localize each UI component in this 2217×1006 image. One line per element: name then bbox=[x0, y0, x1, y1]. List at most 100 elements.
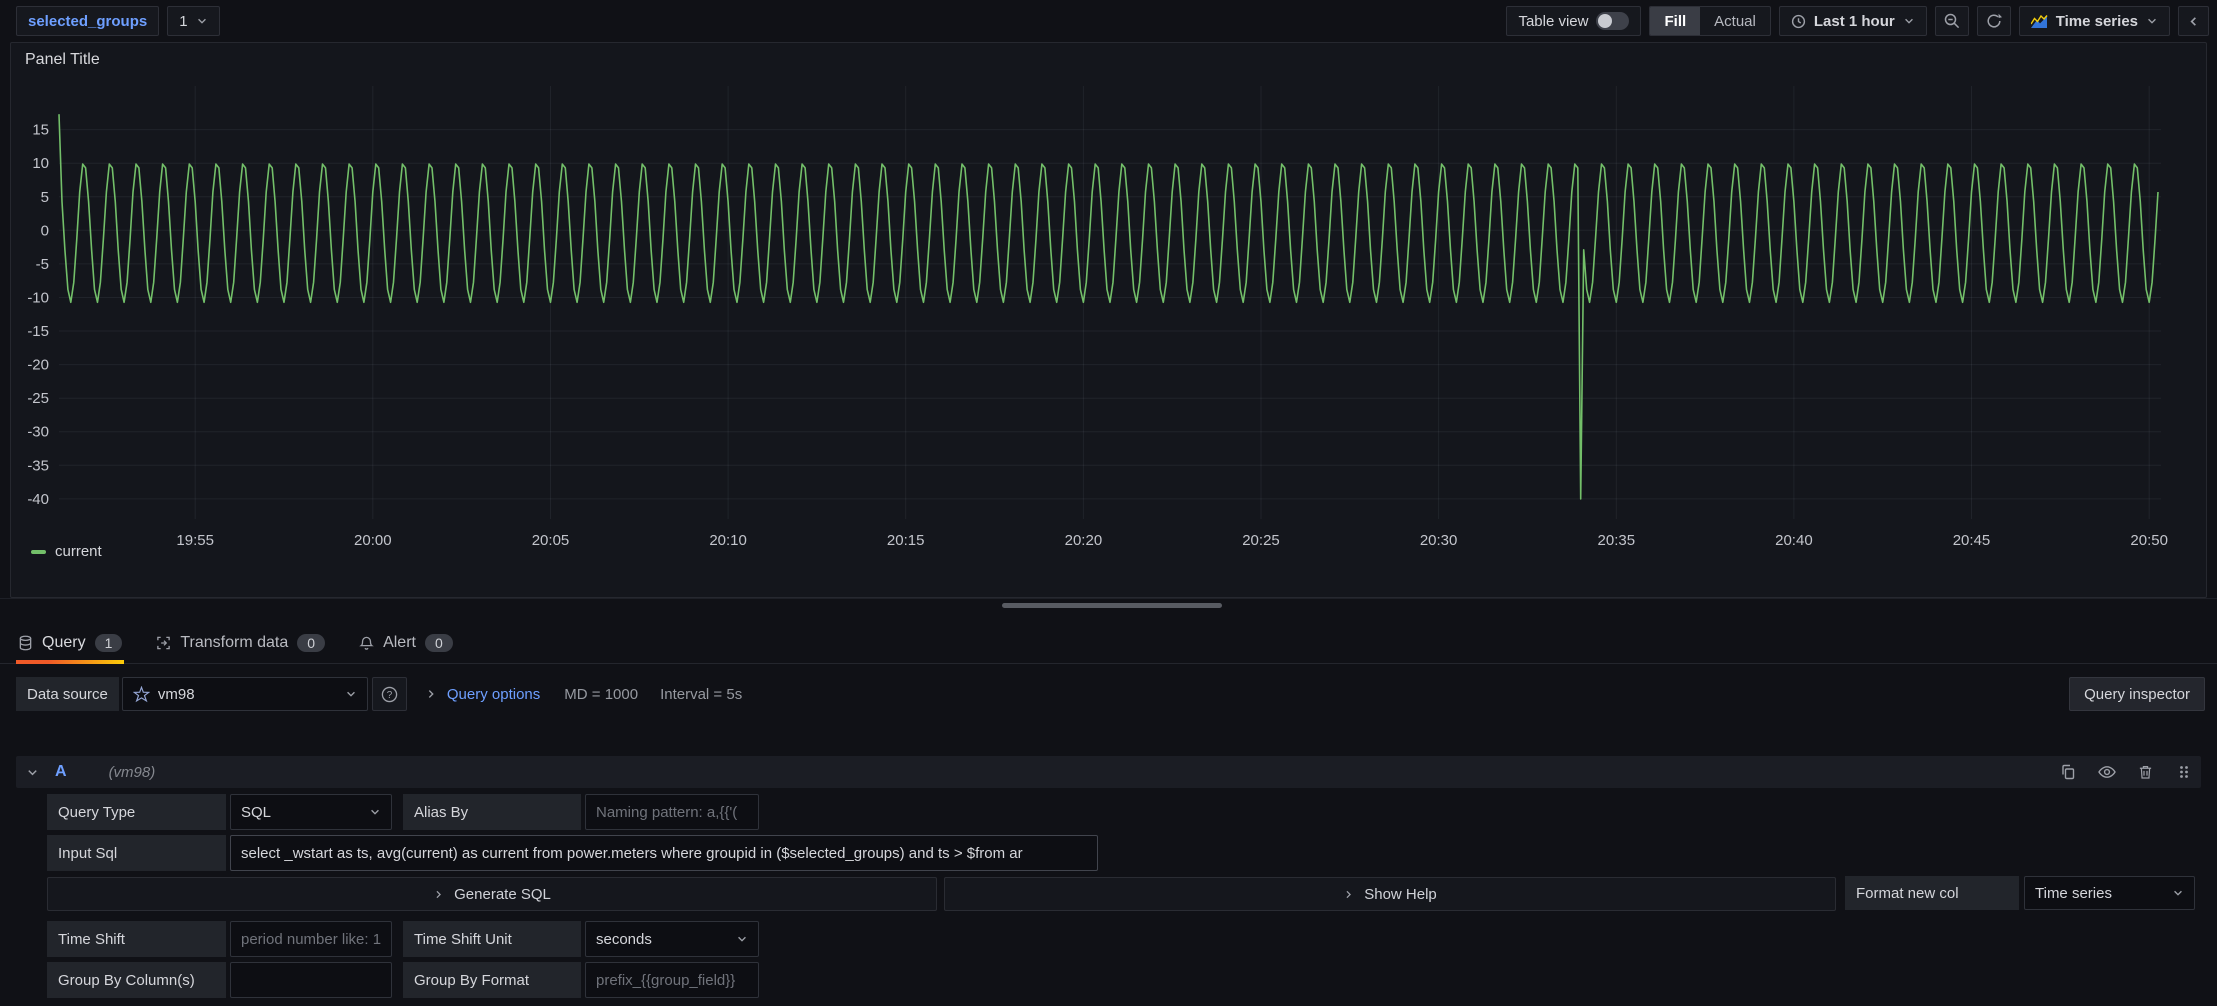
tab-transform-count: 0 bbox=[297, 634, 325, 652]
bell-icon bbox=[359, 635, 374, 651]
svg-text:?: ? bbox=[387, 689, 393, 700]
table-view-control: Table view bbox=[1506, 6, 1641, 36]
chevron-down-icon bbox=[2172, 887, 2184, 899]
drag-handle-grip-icon[interactable] bbox=[2177, 764, 2191, 780]
chevron-right-icon bbox=[1343, 889, 1354, 900]
editor-tabs: Query 1 Transform data 0 Alert 0 bbox=[16, 622, 455, 664]
query-inspector-button[interactable]: Query inspector bbox=[2069, 677, 2205, 711]
format-select[interactable]: Time series bbox=[2024, 876, 2195, 910]
fill-button[interactable]: Fill bbox=[1650, 7, 1700, 35]
svg-text:19:55: 19:55 bbox=[176, 532, 214, 549]
zoom-out-button[interactable] bbox=[1935, 6, 1969, 36]
divider-drag-handle[interactable] bbox=[1002, 603, 1222, 608]
svg-text:-15: -15 bbox=[27, 323, 49, 340]
actual-button[interactable]: Actual bbox=[1700, 7, 1770, 35]
query-options-toggle[interactable]: Query options bbox=[447, 686, 540, 703]
group-by-format-input[interactable] bbox=[585, 962, 759, 998]
variable-selected-groups-button[interactable]: selected_groups bbox=[16, 6, 159, 36]
query-options-md: MD = 1000 bbox=[564, 686, 638, 703]
timeseries-chart[interactable]: 151050-5-10-15-20-25-30-35-4019:5520:002… bbox=[11, 43, 2206, 597]
toggle-knob bbox=[1598, 14, 1612, 28]
datasource-label: Data source bbox=[16, 677, 119, 711]
legend-label: current bbox=[55, 543, 102, 560]
time-range-picker[interactable]: Last 1 hour bbox=[1779, 6, 1927, 36]
svg-text:20:45: 20:45 bbox=[1953, 532, 1991, 549]
database-icon bbox=[18, 635, 33, 651]
show-help-label: Show Help bbox=[1364, 886, 1437, 903]
time-range-label: Last 1 hour bbox=[1814, 13, 1895, 30]
datasource-value: vm98 bbox=[158, 686, 195, 703]
collapse-options-button[interactable] bbox=[2178, 6, 2209, 36]
tab-transform-label: Transform data bbox=[180, 634, 288, 652]
active-tab-underline bbox=[16, 660, 124, 664]
tab-query[interactable]: Query 1 bbox=[16, 622, 124, 664]
fill-actual-segment: Fill Actual bbox=[1649, 6, 1770, 36]
query-row-header[interactable]: A (vm98) bbox=[16, 756, 2201, 788]
svg-text:10: 10 bbox=[32, 155, 49, 172]
query-ref-id: A bbox=[55, 763, 67, 781]
time-shift-unit-label: Time Shift Unit bbox=[403, 921, 581, 957]
svg-text:20:20: 20:20 bbox=[1065, 532, 1103, 549]
tab-transform[interactable]: Transform data 0 bbox=[154, 622, 327, 664]
delete-query-trash-icon[interactable] bbox=[2138, 764, 2153, 780]
svg-text:20:40: 20:40 bbox=[1775, 532, 1813, 549]
generate-sql-toggle[interactable]: Generate SQL bbox=[47, 877, 937, 911]
tab-alert-count: 0 bbox=[425, 634, 453, 652]
group-by-columns-input[interactable] bbox=[230, 962, 392, 998]
time-shift-unit-value: seconds bbox=[596, 931, 652, 948]
chevron-left-icon bbox=[2187, 15, 2200, 28]
svg-text:-20: -20 bbox=[27, 357, 49, 374]
datasource-help-button[interactable]: ? bbox=[372, 677, 407, 711]
time-shift-input[interactable] bbox=[230, 921, 392, 957]
datasource-row: Data source vm98 ? Query options MD = 10… bbox=[16, 676, 2205, 712]
hide-query-eye-icon[interactable] bbox=[2098, 765, 2116, 779]
tdengine-datasource-icon bbox=[133, 686, 150, 703]
tab-alert[interactable]: Alert 0 bbox=[357, 622, 455, 664]
svg-text:5: 5 bbox=[41, 189, 49, 206]
chevron-down-icon bbox=[196, 15, 208, 27]
svg-text:-5: -5 bbox=[36, 256, 49, 273]
viz-type-picker[interactable]: Time series bbox=[2019, 6, 2170, 36]
table-view-toggle[interactable] bbox=[1596, 12, 1629, 30]
alias-by-label: Alias By bbox=[403, 794, 581, 830]
datasource-picker[interactable]: vm98 bbox=[122, 677, 368, 711]
chevron-down-icon bbox=[26, 766, 39, 779]
duplicate-query-icon[interactable] bbox=[2060, 764, 2076, 780]
viz-type-label: Time series bbox=[2056, 13, 2138, 30]
svg-text:-30: -30 bbox=[27, 424, 49, 441]
input-sql-label: Input Sql bbox=[47, 835, 226, 871]
tab-query-label: Query bbox=[42, 634, 86, 652]
format-value: Time series bbox=[2035, 885, 2112, 902]
help-circle-icon: ? bbox=[381, 686, 398, 703]
query-type-select[interactable]: SQL bbox=[230, 794, 392, 830]
svg-text:-35: -35 bbox=[27, 457, 49, 474]
transform-icon bbox=[156, 635, 171, 651]
variable-label: selected_groups bbox=[28, 13, 147, 30]
svg-text:20:00: 20:00 bbox=[354, 532, 392, 549]
query-type-label: Query Type bbox=[47, 794, 226, 830]
input-sql-input[interactable] bbox=[230, 835, 1098, 871]
query-options-interval: Interval = 5s bbox=[660, 686, 742, 703]
tab-alert-label: Alert bbox=[383, 634, 416, 652]
timeseries-viz-icon bbox=[2031, 15, 2048, 28]
alias-by-input[interactable] bbox=[585, 794, 759, 830]
svg-text:15: 15 bbox=[32, 122, 49, 139]
tab-query-count: 1 bbox=[95, 634, 123, 652]
legend-marker bbox=[31, 550, 46, 554]
chevron-down-icon bbox=[369, 806, 381, 818]
variable-value-dropdown[interactable]: 1 bbox=[167, 6, 219, 36]
chevron-down-icon bbox=[1903, 15, 1915, 27]
chevron-down-icon bbox=[345, 688, 357, 700]
svg-text:20:25: 20:25 bbox=[1242, 532, 1280, 549]
svg-text:20:35: 20:35 bbox=[1598, 532, 1636, 549]
group-by-format-label: Group By Format bbox=[403, 962, 581, 998]
show-help-toggle[interactable]: Show Help bbox=[944, 877, 1836, 911]
legend-item-current[interactable]: current bbox=[31, 543, 102, 560]
time-shift-unit-select[interactable]: seconds bbox=[585, 921, 759, 957]
timeseries-panel: Panel Title 151050-5-10-15-20-25-30-35-4… bbox=[10, 42, 2207, 598]
zoom-out-icon bbox=[1944, 13, 1960, 29]
refresh-button[interactable] bbox=[1977, 6, 2011, 36]
chevron-down-icon bbox=[736, 933, 748, 945]
group-by-columns-label: Group By Column(s) bbox=[47, 962, 226, 998]
svg-text:-25: -25 bbox=[27, 390, 49, 407]
